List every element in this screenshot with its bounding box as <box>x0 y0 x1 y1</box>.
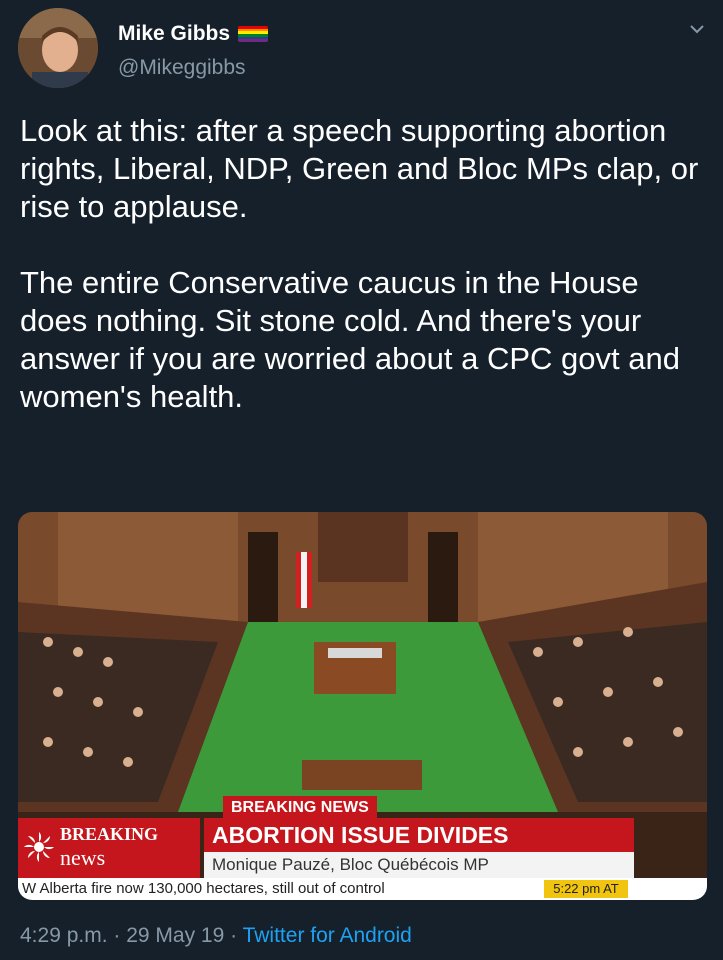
tweet-text: Look at this: after a speech supporting … <box>20 113 699 414</box>
logo-breaking-text: BREAKING <box>60 824 159 844</box>
news-banner: BREAKING news ABORTION ISSUE DIVIDES PAR… <box>18 818 707 882</box>
tweet-header: Mike Gibbs @Mikeggibbs <box>18 8 708 90</box>
tweet-source-link[interactable]: Twitter for Android <box>243 924 412 947</box>
ticker-text: W Alberta fire now 130,000 hectares, sti… <box>22 880 385 897</box>
author-name[interactable]: Mike Gibbs <box>118 22 230 46</box>
news-subline: Monique Pauzé, Bloc Québécois MP <box>204 852 634 878</box>
author-handle[interactable]: @Mikeggibbs <box>118 56 246 80</box>
logo-news-text: news <box>60 845 106 870</box>
news-headline: ABORTION ISSUE DIVIDES PARLIAMENT <box>204 818 634 882</box>
avatar[interactable] <box>18 8 98 88</box>
rainbow-flag-icon <box>238 26 269 42</box>
ticker-time: 5:22 pm AT <box>544 880 628 898</box>
cbc-gem-icon <box>24 832 54 862</box>
news-ticker: W Alberta fire now 130,000 hectares, sti… <box>18 878 707 900</box>
tweet-meta: 4:29 p.m. · 29 May 19 · Twitter for Andr… <box>20 924 412 948</box>
tweet-time[interactable]: 4:29 p.m. <box>20 924 108 947</box>
tweet-media-image[interactable]: BREAKING NEWS BREAKING news ABORTION ISS… <box>18 512 707 900</box>
meta-separator: · <box>224 924 243 947</box>
tweet-date[interactable]: 29 May 19 <box>126 924 224 947</box>
chevron-down-icon[interactable] <box>688 20 706 38</box>
meta-separator: · <box>107 924 127 947</box>
cbc-logo-box: BREAKING news <box>18 818 200 878</box>
flag-stripe <box>238 39 269 42</box>
breaking-news-tag: BREAKING NEWS <box>223 796 377 820</box>
